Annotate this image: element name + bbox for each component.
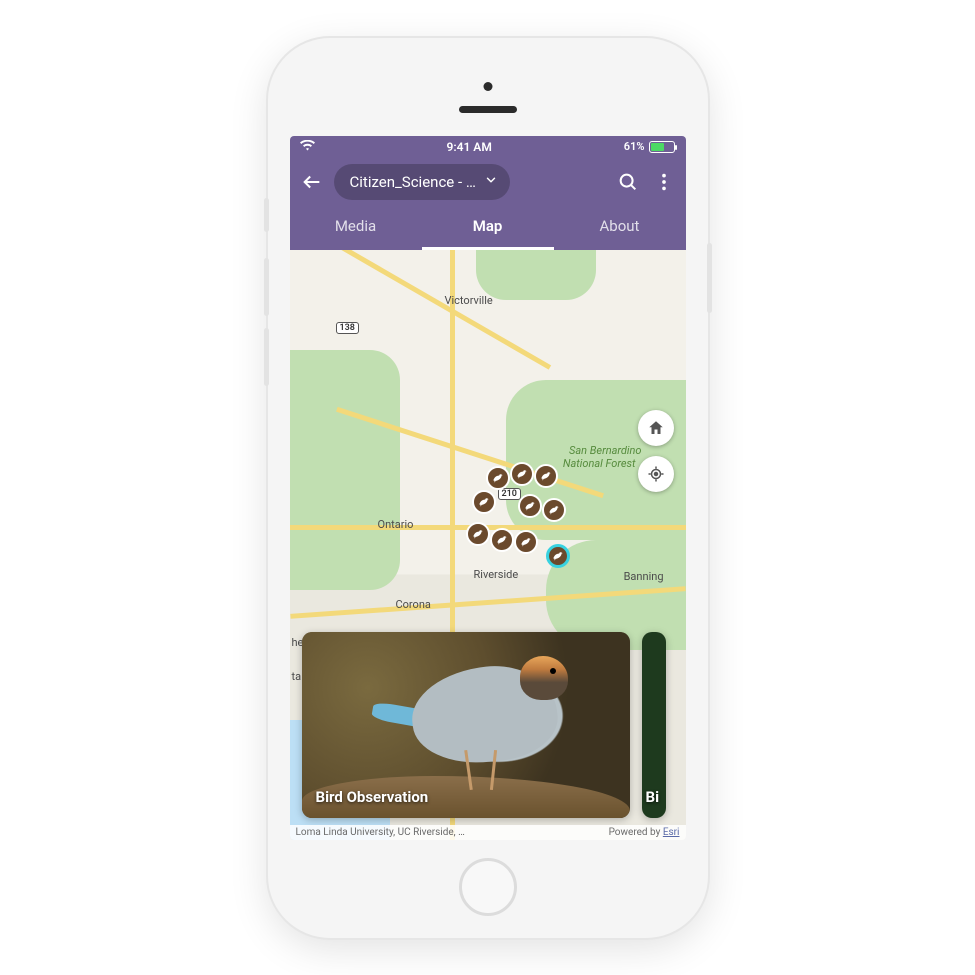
place-label-banning: Banning xyxy=(624,570,664,583)
road-shield: 138 xyxy=(336,322,359,334)
phone-speaker xyxy=(459,106,517,113)
phone-home-button[interactable] xyxy=(459,858,517,916)
phone-volume-up xyxy=(264,258,269,316)
screen: 9:41 AM 61% Citizen_Science - … xyxy=(290,136,686,840)
search-button[interactable] xyxy=(614,168,642,196)
back-button[interactable] xyxy=(298,168,326,196)
card-title: Bi xyxy=(646,788,660,806)
battery-icon xyxy=(649,141,675,153)
map-marker[interactable] xyxy=(472,490,496,514)
phone-volume-down xyxy=(264,328,269,386)
tab-media[interactable]: Media xyxy=(290,206,422,250)
feature-card-next[interactable]: Bi xyxy=(642,632,666,818)
feature-card-strip[interactable]: Bird Observation Bi xyxy=(302,632,666,818)
place-label-corona: Corona xyxy=(396,598,431,611)
map-marker[interactable] xyxy=(466,522,490,546)
wifi-icon xyxy=(300,140,315,154)
esri-link[interactable]: Esri xyxy=(663,827,680,838)
phone-mute-switch xyxy=(264,198,269,232)
status-bar: 9:41 AM 61% xyxy=(290,136,686,158)
toolbar: Citizen_Science - … xyxy=(290,158,686,206)
place-label-riverside: Riverside xyxy=(474,568,519,581)
place-label-victorville: Victorville xyxy=(445,294,493,307)
attribution-sources: Loma Linda University, UC Riverside, … xyxy=(296,827,465,838)
map-terrain xyxy=(476,250,596,300)
app-header: 9:41 AM 61% Citizen_Science - … xyxy=(290,136,686,250)
map-marker[interactable] xyxy=(514,530,538,554)
layer-label: Citizen_Science - … xyxy=(350,173,476,191)
phone-frame: 9:41 AM 61% Citizen_Science - … xyxy=(268,38,708,938)
map-terrain xyxy=(290,350,400,590)
map-marker[interactable] xyxy=(546,544,570,568)
home-extent-button[interactable] xyxy=(638,410,674,446)
feature-card[interactable]: Bird Observation xyxy=(302,632,630,818)
tab-about[interactable]: About xyxy=(554,206,686,250)
place-label-ontario: Ontario xyxy=(378,518,414,531)
status-time: 9:41 AM xyxy=(446,140,491,154)
phone-power-button xyxy=(707,243,712,313)
map-marker[interactable] xyxy=(542,498,566,522)
layer-selector[interactable]: Citizen_Science - … xyxy=(334,164,510,200)
locate-button[interactable] xyxy=(638,456,674,492)
map-marker[interactable] xyxy=(510,462,534,486)
map-marker[interactable] xyxy=(490,528,514,552)
map-marker[interactable] xyxy=(518,494,542,518)
map-marker[interactable] xyxy=(486,466,510,490)
phone-camera xyxy=(483,82,492,91)
tab-bar: Media Map About xyxy=(290,206,686,250)
battery-fill xyxy=(651,143,664,151)
map-attribution: Loma Linda University, UC Riverside, … P… xyxy=(290,825,686,840)
tab-map[interactable]: Map xyxy=(422,206,554,250)
card-title: Bird Observation xyxy=(316,788,429,806)
attribution-powered: Powered by Esri xyxy=(609,827,680,838)
chevron-down-icon xyxy=(484,172,498,191)
place-label-sbforest2: National Forest xyxy=(563,457,636,470)
more-button[interactable] xyxy=(650,168,678,196)
map-view[interactable]: 138 210 Victorville Ontario Riverside Co… xyxy=(290,250,686,840)
battery-pct: 61% xyxy=(624,140,645,153)
map-marker[interactable] xyxy=(534,464,558,488)
place-label-sbforest1: San Bernardino xyxy=(569,444,641,457)
